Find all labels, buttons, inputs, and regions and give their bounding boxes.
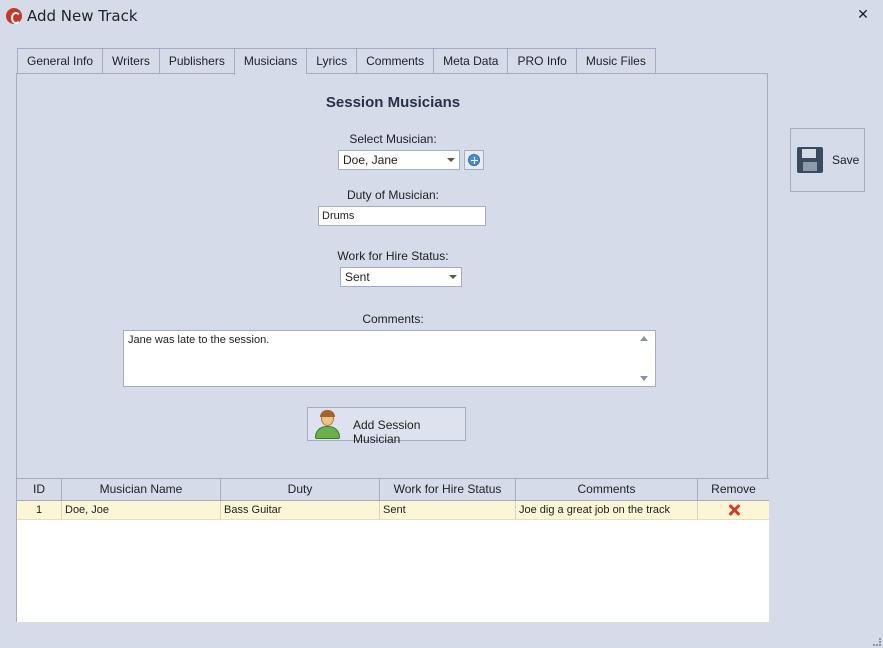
tab-writers[interactable]: Writers <box>102 48 159 74</box>
resize-grip-icon[interactable] <box>873 638 881 646</box>
close-icon[interactable]: ✕ <box>855 6 871 24</box>
tab-publishers[interactable]: Publishers <box>158 48 234 74</box>
remove-x-icon[interactable] <box>728 504 740 516</box>
save-button[interactable]: Save <box>790 128 865 192</box>
duty-label: Duty of Musician: <box>346 188 440 202</box>
scroll-up-icon[interactable] <box>640 336 648 341</box>
tab-lyrics[interactable]: Lyrics <box>306 48 357 74</box>
tab-meta-data[interactable]: Meta Data <box>433 48 508 74</box>
grid-header: ID Musician Name Duty Work for Hire Stat… <box>17 479 769 501</box>
column-header-remove[interactable]: Remove <box>698 479 769 500</box>
cell-remove <box>698 501 769 519</box>
select-musician-dropdown[interactable]: Doe, Jane <box>338 150 460 170</box>
cell-comments: Joe dig a great job on the track <box>516 501 698 519</box>
duty-input[interactable]: Drums <box>318 206 486 226</box>
column-header-comments[interactable]: Comments <box>516 479 698 500</box>
save-label: Save <box>832 153 860 167</box>
tab-strip: General Info Writers Publishers Musician… <box>17 48 656 75</box>
tab-pro-info[interactable]: PRO Info <box>507 48 576 74</box>
select-musician-value: Doe, Jane <box>343 153 398 167</box>
chevron-down-icon <box>449 275 457 279</box>
work-for-hire-dropdown[interactable]: Sent <box>340 267 462 287</box>
column-header-musician-name[interactable]: Musician Name <box>62 479 221 500</box>
person-icon <box>313 410 341 440</box>
tab-music-files[interactable]: Music Files <box>575 48 656 74</box>
work-for-hire-label: Work for Hire Status: <box>337 249 449 263</box>
cell-musician-name: Doe, Joe <box>62 501 221 519</box>
cell-work-for-hire-status: Sent <box>380 501 516 519</box>
cell-id: 1 <box>17 501 62 519</box>
comments-text: Jane was late to the session. <box>128 334 270 346</box>
tab-general-info[interactable]: General Info <box>17 48 103 74</box>
select-musician-label: Select Musician: <box>349 132 437 146</box>
add-circle-icon <box>468 154 480 166</box>
comments-scrollbar[interactable] <box>635 331 655 386</box>
tab-comments[interactable]: Comments <box>356 48 434 74</box>
add-musician-button[interactable] <box>464 150 484 170</box>
app-logo-icon <box>6 8 22 24</box>
work-for-hire-value: Sent <box>345 270 370 284</box>
musicians-panel: Session Musicians Select Musician: Doe, … <box>16 73 769 622</box>
title-bar: Add New Track ✕ <box>0 0 883 32</box>
chevron-down-icon <box>447 158 455 162</box>
column-header-work-for-hire-status[interactable]: Work for Hire Status <box>380 479 516 500</box>
add-session-musician-label: Add Session Musician <box>353 418 421 446</box>
comments-label: Comments: <box>362 312 424 326</box>
scroll-down-icon[interactable] <box>640 376 648 381</box>
tab-musicians[interactable]: Musicians <box>233 48 307 75</box>
column-header-duty[interactable]: Duty <box>221 479 380 500</box>
table-row[interactable]: 1 Doe, Joe Bass Guitar Sent Joe dig a gr… <box>17 501 769 520</box>
comments-textarea[interactable]: Jane was late to the session. <box>123 330 656 387</box>
section-heading: Session Musicians <box>325 94 461 111</box>
floppy-disk-icon <box>797 147 823 173</box>
add-session-musician-button[interactable]: Add Session Musician <box>307 407 466 446</box>
column-header-id[interactable]: ID <box>17 479 62 500</box>
musicians-grid: ID Musician Name Duty Work for Hire Stat… <box>17 478 769 622</box>
window-title: Add New Track <box>27 7 138 25</box>
cell-duty: Bass Guitar <box>221 501 380 519</box>
